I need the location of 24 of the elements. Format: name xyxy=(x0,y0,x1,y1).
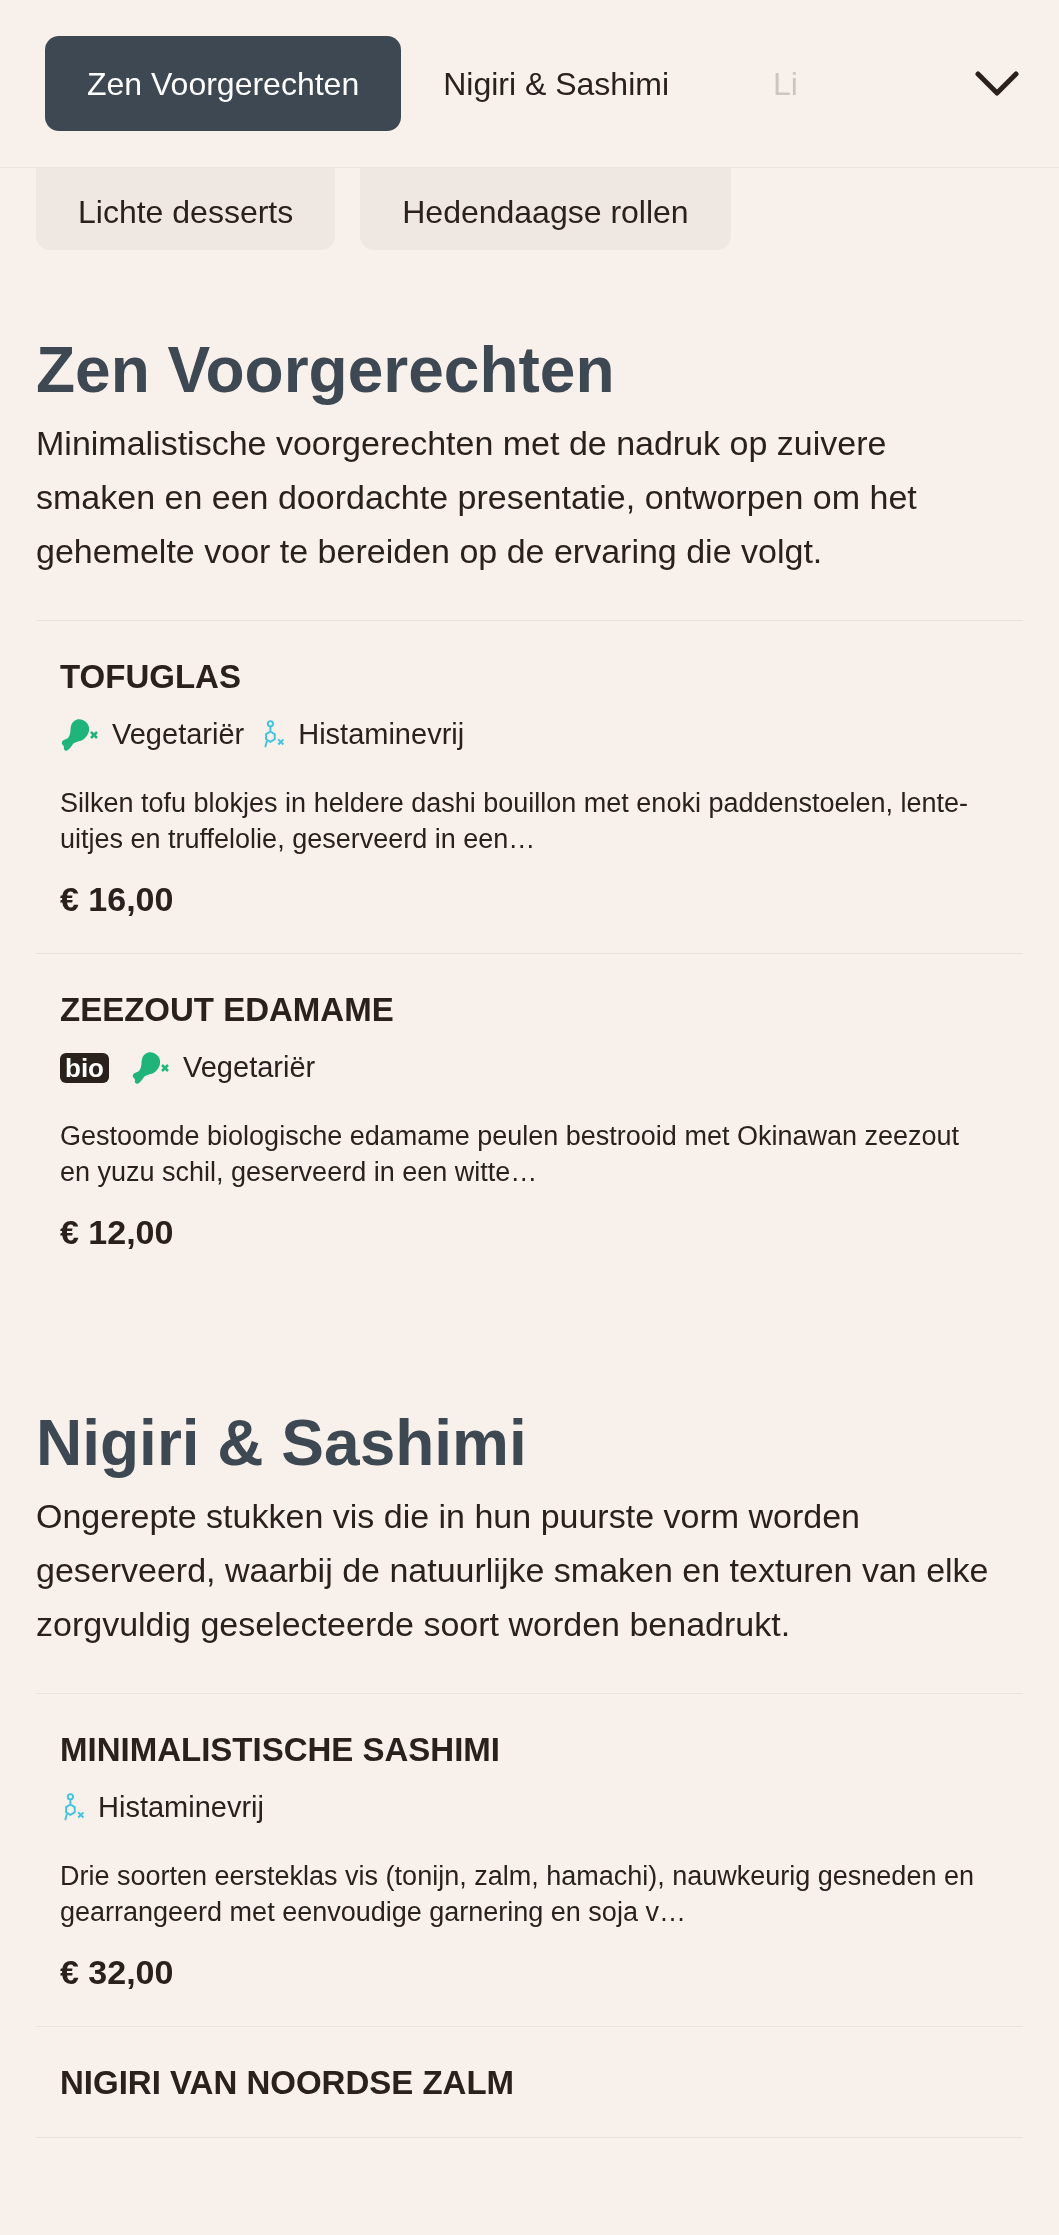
dish-name: MINIMALISTISCHE SASHIMI xyxy=(60,1730,501,1770)
diet-label: Histaminevrij xyxy=(298,717,465,753)
diet-label: Vegetariër xyxy=(183,1050,316,1086)
crossed-drumstick-icon xyxy=(60,717,100,753)
dish-description: Silken tofu blokjes in heldere dashi bouillon met enoki paddenstoelen, lente-uitjes en truffelolie, geserveerd in een… xyxy=(60,787,970,856)
category-tab[interactable]: Nigiri & Sashimi xyxy=(401,36,711,131)
section-description: Ongerepte stukken vis die in hun puurste vorm worden geserveerd, waarbij de natuurlijke smaken en texturen van elke zorgvuldig geselecteerde soort worden benadrukt. xyxy=(36,1496,990,1645)
organic-badge: bio xyxy=(60,1053,109,1083)
diet-label: Histaminevrij xyxy=(98,1790,264,1826)
category-chip[interactable]: Lichte desserts xyxy=(36,168,336,250)
dish-name: TOFUGLAS xyxy=(60,657,242,697)
dish-name: NIGIRI VAN NOORDSE ZALM xyxy=(60,2063,516,2103)
dish-name: ZEEZOUT EDAMAME xyxy=(60,990,395,1030)
crossed-drumstick-icon xyxy=(131,1050,171,1086)
dish-description: Gestoomde biologische edamame peulen bestrooid met Okinawan zeezout en yuzu schil, geserveerd in een witte… xyxy=(60,1120,961,1189)
dish-description: Drie soorten eersteklas vis (tonijn, zalm, hamachi), nauwkeurig gesneden en gearrangeerd met eenvoudige garnering en soja v… xyxy=(60,1860,975,1929)
dish-price: € 16,00 xyxy=(60,879,175,919)
section-description: Minimalistische voorgerechten met de nadruk op zuivere smaken en een doordachte presentatie, ontworpen om het gehemelte voor te bereiden op de ervaring die volgt. xyxy=(36,423,918,572)
chevron-down-icon[interactable] xyxy=(975,70,1019,97)
category-chip[interactable]: Hedendaagse rollen xyxy=(360,168,731,250)
dish-price: € 32,00 xyxy=(60,1952,175,1992)
category-tab[interactable]: Zen Voorgerechten xyxy=(45,36,402,131)
dish-price: € 12,00 xyxy=(60,1212,175,1252)
diet-label: Vegetariër xyxy=(112,717,245,753)
